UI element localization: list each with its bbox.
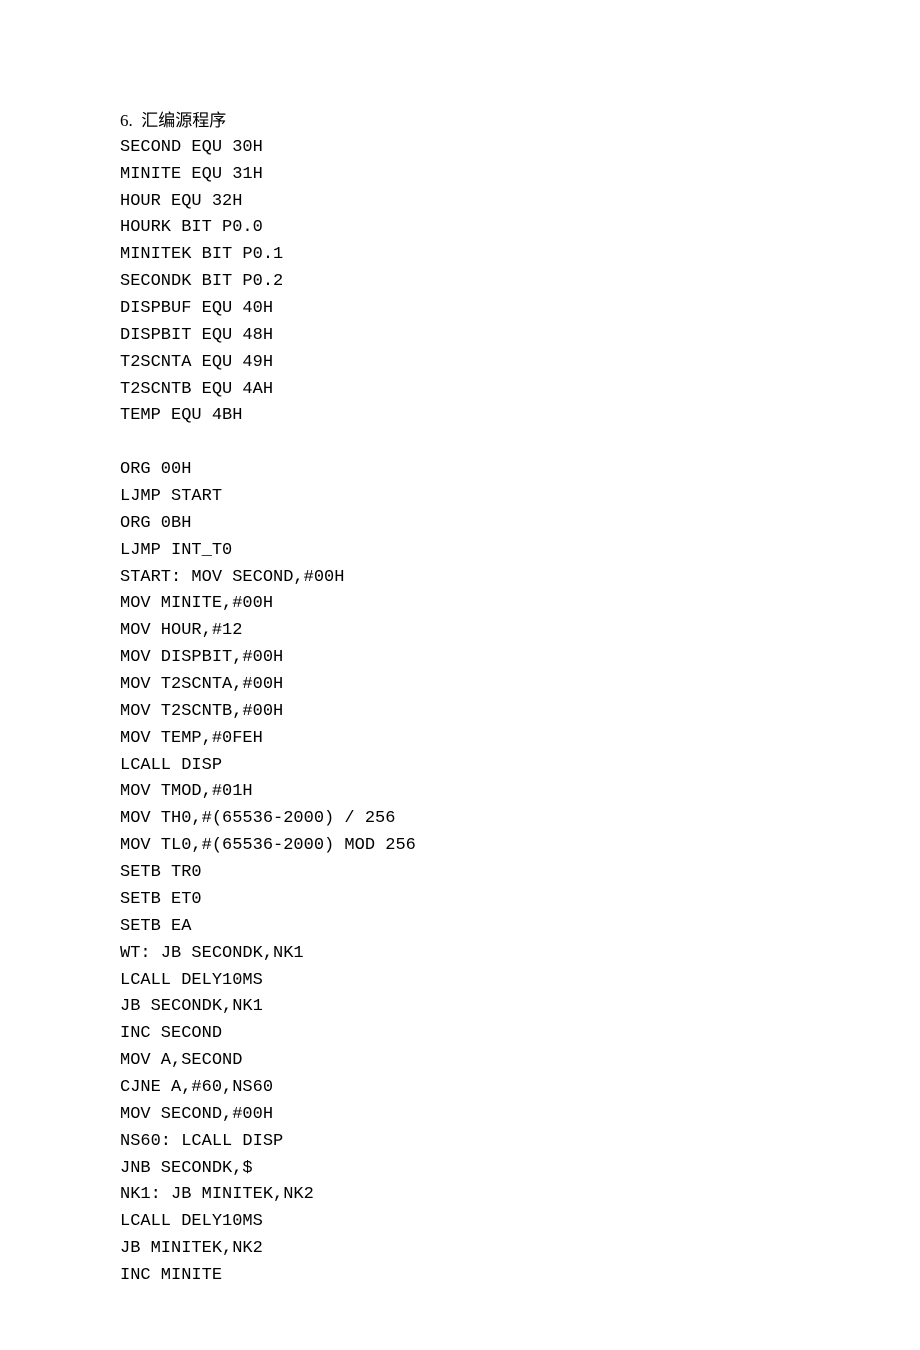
code-line: MOV A,SECOND — [120, 1048, 780, 1075]
code-line: SETB EA — [120, 914, 780, 941]
code-line: INC MINITE — [120, 1263, 780, 1290]
code-line: LCALL DELY10MS — [120, 968, 780, 995]
code-line: MOV TEMP,#0FEH — [120, 726, 780, 753]
code-line: JB MINITEK,NK2 — [120, 1236, 780, 1263]
code-line: MOV T2SCNTA,#00H — [120, 672, 780, 699]
code-line: MINITEK BIT P0.1 — [120, 242, 780, 269]
code-line: MOV TH0,#(65536-2000) / 256 — [120, 806, 780, 833]
code-line: T2SCNTB EQU 4AH — [120, 377, 780, 404]
document-content: 6. 汇编源程序 SECOND EQU 30HMINITE EQU 31HHOU… — [120, 108, 780, 1290]
code-line: JB SECONDK,NK1 — [120, 994, 780, 1021]
code-line: INC SECOND — [120, 1021, 780, 1048]
code-line: JNB SECONDK,$ — [120, 1156, 780, 1183]
code-line: DISPBUF EQU 40H — [120, 296, 780, 323]
code-line: MOV T2SCNTB,#00H — [120, 699, 780, 726]
code-line: START: MOV SECOND,#00H — [120, 565, 780, 592]
code-line: HOUR EQU 32H — [120, 189, 780, 216]
code-line: MOV MINITE,#00H — [120, 591, 780, 618]
code-line: SECONDK BIT P0.2 — [120, 269, 780, 296]
code-line: TEMP EQU 4BH — [120, 403, 780, 430]
code-line: WT: JB SECONDK,NK1 — [120, 941, 780, 968]
code-line: SECOND EQU 30H — [120, 135, 780, 162]
code-line: HOURK BIT P0.0 — [120, 215, 780, 242]
code-line: MOV TMOD,#01H — [120, 779, 780, 806]
code-line: LJMP INT_T0 — [120, 538, 780, 565]
code-line: NK1: JB MINITEK,NK2 — [120, 1182, 780, 1209]
code-line: ORG 00H — [120, 457, 780, 484]
code-line: LJMP START — [120, 484, 780, 511]
code-line: DISPBIT EQU 48H — [120, 323, 780, 350]
code-line: T2SCNTA EQU 49H — [120, 350, 780, 377]
code-line: CJNE A,#60,NS60 — [120, 1075, 780, 1102]
blank-line — [120, 430, 780, 457]
code-line: MOV HOUR,#12 — [120, 618, 780, 645]
code-line: SETB ET0 — [120, 887, 780, 914]
code-line: MOV DISPBIT,#00H — [120, 645, 780, 672]
code-line: MINITE EQU 31H — [120, 162, 780, 189]
code-line: NS60: LCALL DISP — [120, 1129, 780, 1156]
code-line: MOV TL0,#(65536-2000) MOD 256 — [120, 833, 780, 860]
code-line: SETB TR0 — [120, 860, 780, 887]
code-line: ORG 0BH — [120, 511, 780, 538]
code-line: LCALL DELY10MS — [120, 1209, 780, 1236]
code-listing: SECOND EQU 30HMINITE EQU 31HHOUR EQU 32H… — [120, 135, 780, 1290]
code-line: LCALL DISP — [120, 753, 780, 780]
code-line: MOV SECOND,#00H — [120, 1102, 780, 1129]
section-heading: 6. 汇编源程序 — [120, 108, 780, 135]
